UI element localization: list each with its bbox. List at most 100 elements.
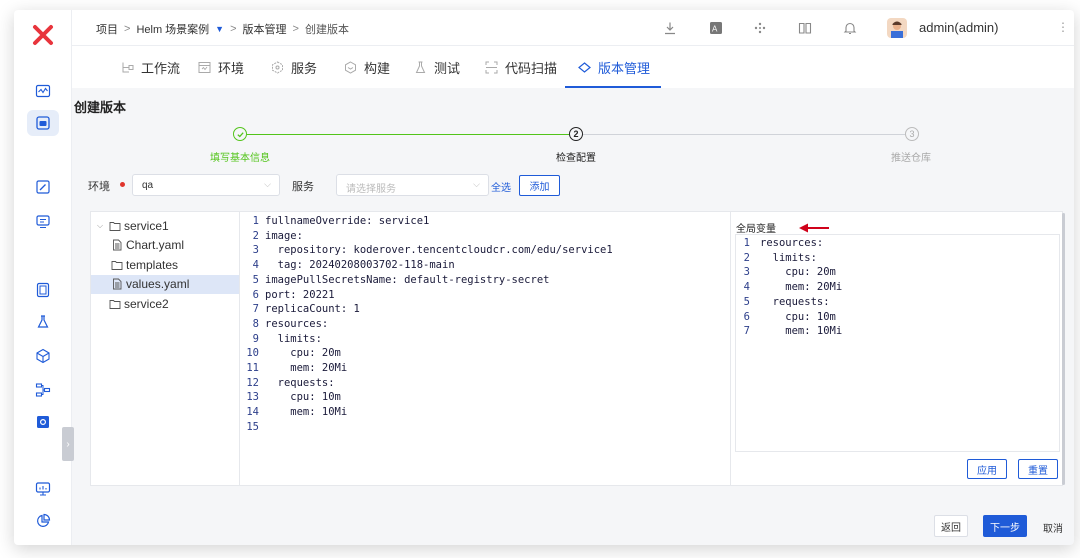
code-line: 4 tag: 20240208003702-118-main (241, 258, 455, 273)
breadcrumb-section[interactable]: 版本管理 (243, 21, 287, 37)
tree-item-label: service2 (124, 296, 169, 311)
tab-label: 代码扫描 (505, 60, 558, 76)
user-avatar[interactable] (887, 18, 907, 38)
global-vars-editor[interactable]: 1 resources: 2 limits: 3 cpu: 20m 4 mem: 20M… (735, 234, 1060, 452)
tab-environment[interactable]: 环境 (197, 46, 244, 88)
line-number: 1 (252, 215, 259, 227)
line-number: 9 (252, 332, 259, 345)
line-number: 8 (252, 317, 259, 330)
reset-button[interactable]: 重置 (1018, 459, 1058, 479)
service-select-placeholder: 请选择服务 (346, 184, 396, 195)
code-editor[interactable]: 1 fullnameOverride: service1 2 image: 3 repo… (241, 212, 730, 485)
caret-down-icon[interactable]: ⌵ (97, 221, 106, 231)
config-panel: ⌵ service1 Chart.yaml templates values.yaml s… (90, 211, 1063, 486)
tree-item-label: service1 (124, 218, 169, 233)
line-number: 14 (246, 406, 259, 419)
book-icon[interactable] (797, 20, 813, 36)
breadcrumb-root[interactable]: 项目 (96, 21, 118, 37)
tree-item-file[interactable]: values.yaml (91, 274, 239, 294)
file-tree: ⌵ service1 Chart.yaml templates values.yaml s… (91, 212, 240, 485)
cancel-link[interactable]: 取消 (1043, 520, 1063, 535)
add-button[interactable]: 添加 (519, 175, 560, 196)
env-select[interactable]: qa ⌵ (132, 174, 280, 196)
project-nav: 工作流 环境 服务 构建 测试 代码扫描 版本管理 (72, 46, 1074, 88)
settings-box-icon[interactable] (34, 413, 52, 431)
tab-service[interactable]: 服务 (270, 46, 317, 88)
service-label: 服务 (292, 181, 314, 193)
next-step-button[interactable]: 下一步 (983, 515, 1027, 537)
caret-down-icon[interactable]: ▼ (215, 24, 224, 34)
code-text: mem: 10Mi (265, 406, 348, 419)
version-icon (577, 60, 591, 74)
code-text: mem: 10Mi (760, 325, 843, 338)
tree-item-folder[interactable]: ⌵ service1 (97, 216, 169, 235)
tree-item-folder[interactable]: service2 (97, 294, 169, 313)
line-number: 2 (743, 251, 750, 264)
tree-item-file[interactable]: Chart.yaml (111, 236, 184, 255)
monitor-icon[interactable] (34, 82, 52, 100)
breadcrumb-project[interactable]: Helm 场景案例 (136, 21, 209, 37)
breadcrumb: 项目 > Helm 场景案例 ▼ > 版本管理 > 创建版本 (96, 21, 349, 37)
code-text: resources: (265, 317, 329, 330)
tab-workflow[interactable]: 工作流 (120, 46, 180, 88)
global-vars-title: 全局变量 (736, 224, 776, 235)
tab-code-scan[interactable]: 代码扫描 (484, 46, 557, 88)
tab-version-manage[interactable]: 版本管理 (577, 46, 650, 88)
step-number-pending: 3 (905, 127, 919, 141)
project-manage-icon[interactable] (27, 110, 59, 136)
breadcrumb-separator: > (124, 23, 131, 35)
tab-label: 构建 (364, 60, 391, 76)
pipeline-icon[interactable] (34, 381, 52, 399)
back-button[interactable]: 返回 (934, 515, 968, 537)
code-line: 11 mem: 20Mi (241, 361, 347, 376)
line-number: 11 (246, 362, 259, 374)
more-vertical-icon[interactable]: ⋮ (1057, 20, 1069, 34)
flask-icon[interactable] (34, 313, 52, 331)
code-line: 9 limits: (241, 332, 322, 347)
line-number: 7 (252, 303, 259, 316)
bell-icon[interactable] (842, 20, 858, 36)
package-icon[interactable] (34, 347, 52, 365)
code-line: 4 mem: 20Mi (742, 280, 843, 295)
translate-icon[interactable]: A (708, 20, 724, 36)
step-connector-done (247, 134, 569, 135)
data-board-icon[interactable] (34, 281, 52, 299)
line-number: 4 (743, 281, 750, 294)
line-number: 1 (743, 237, 750, 249)
panel-scrollbar[interactable] (1062, 213, 1065, 485)
code-text: limits: (265, 332, 322, 345)
test-icon (413, 60, 427, 74)
code-text: cpu: 10m (265, 391, 341, 404)
download-icon[interactable] (662, 20, 678, 36)
step-connector-pending (583, 134, 905, 135)
sidebar-collapse-toggle[interactable]: › (62, 427, 74, 461)
select-all-link[interactable]: 全选 (491, 179, 511, 194)
code-text: repository: koderover.tencentcloudcr.com… (265, 244, 613, 257)
edit-doc-icon[interactable] (34, 178, 52, 196)
apply-button[interactable]: 应用 (967, 459, 1007, 479)
line-number: 4 (252, 259, 259, 272)
release-icon[interactable] (34, 213, 52, 231)
line-number: 6 (252, 288, 259, 301)
tree-item-folder[interactable]: templates (111, 255, 178, 274)
code-line: 12 requests: (241, 376, 334, 391)
tab-test[interactable]: 测试 (413, 46, 460, 88)
user-name[interactable]: admin(admin) (919, 20, 998, 35)
chevron-down-icon: ⌵ (264, 179, 271, 189)
breadcrumb-current: 创建版本 (304, 24, 349, 36)
pie-chart-icon[interactable] (34, 512, 52, 530)
plugin-icon[interactable] (752, 20, 768, 36)
code-text: cpu: 20m (760, 266, 836, 279)
code-text: fullnameOverride: service1 (265, 215, 430, 227)
step-number-current: 2 (569, 127, 583, 141)
line-number: 7 (743, 325, 750, 338)
tab-build[interactable]: 构建 (343, 46, 390, 88)
line-number: 3 (252, 244, 259, 257)
code-line: 5 imagePullSecretsName: default-registry-… (241, 273, 550, 288)
folder-icon (109, 220, 121, 232)
service-select[interactable]: 请选择服务 ⌵ (336, 174, 489, 196)
app-window: › 项目 > Helm 场景案例 ▼ > 版本管理 > 创建版本 A admin… (14, 10, 1074, 545)
code-line: 3 repository: koderover.tencentcloudcr.c… (241, 243, 613, 258)
dashboard-icon[interactable] (34, 480, 52, 498)
code-line: 15 (241, 420, 265, 435)
